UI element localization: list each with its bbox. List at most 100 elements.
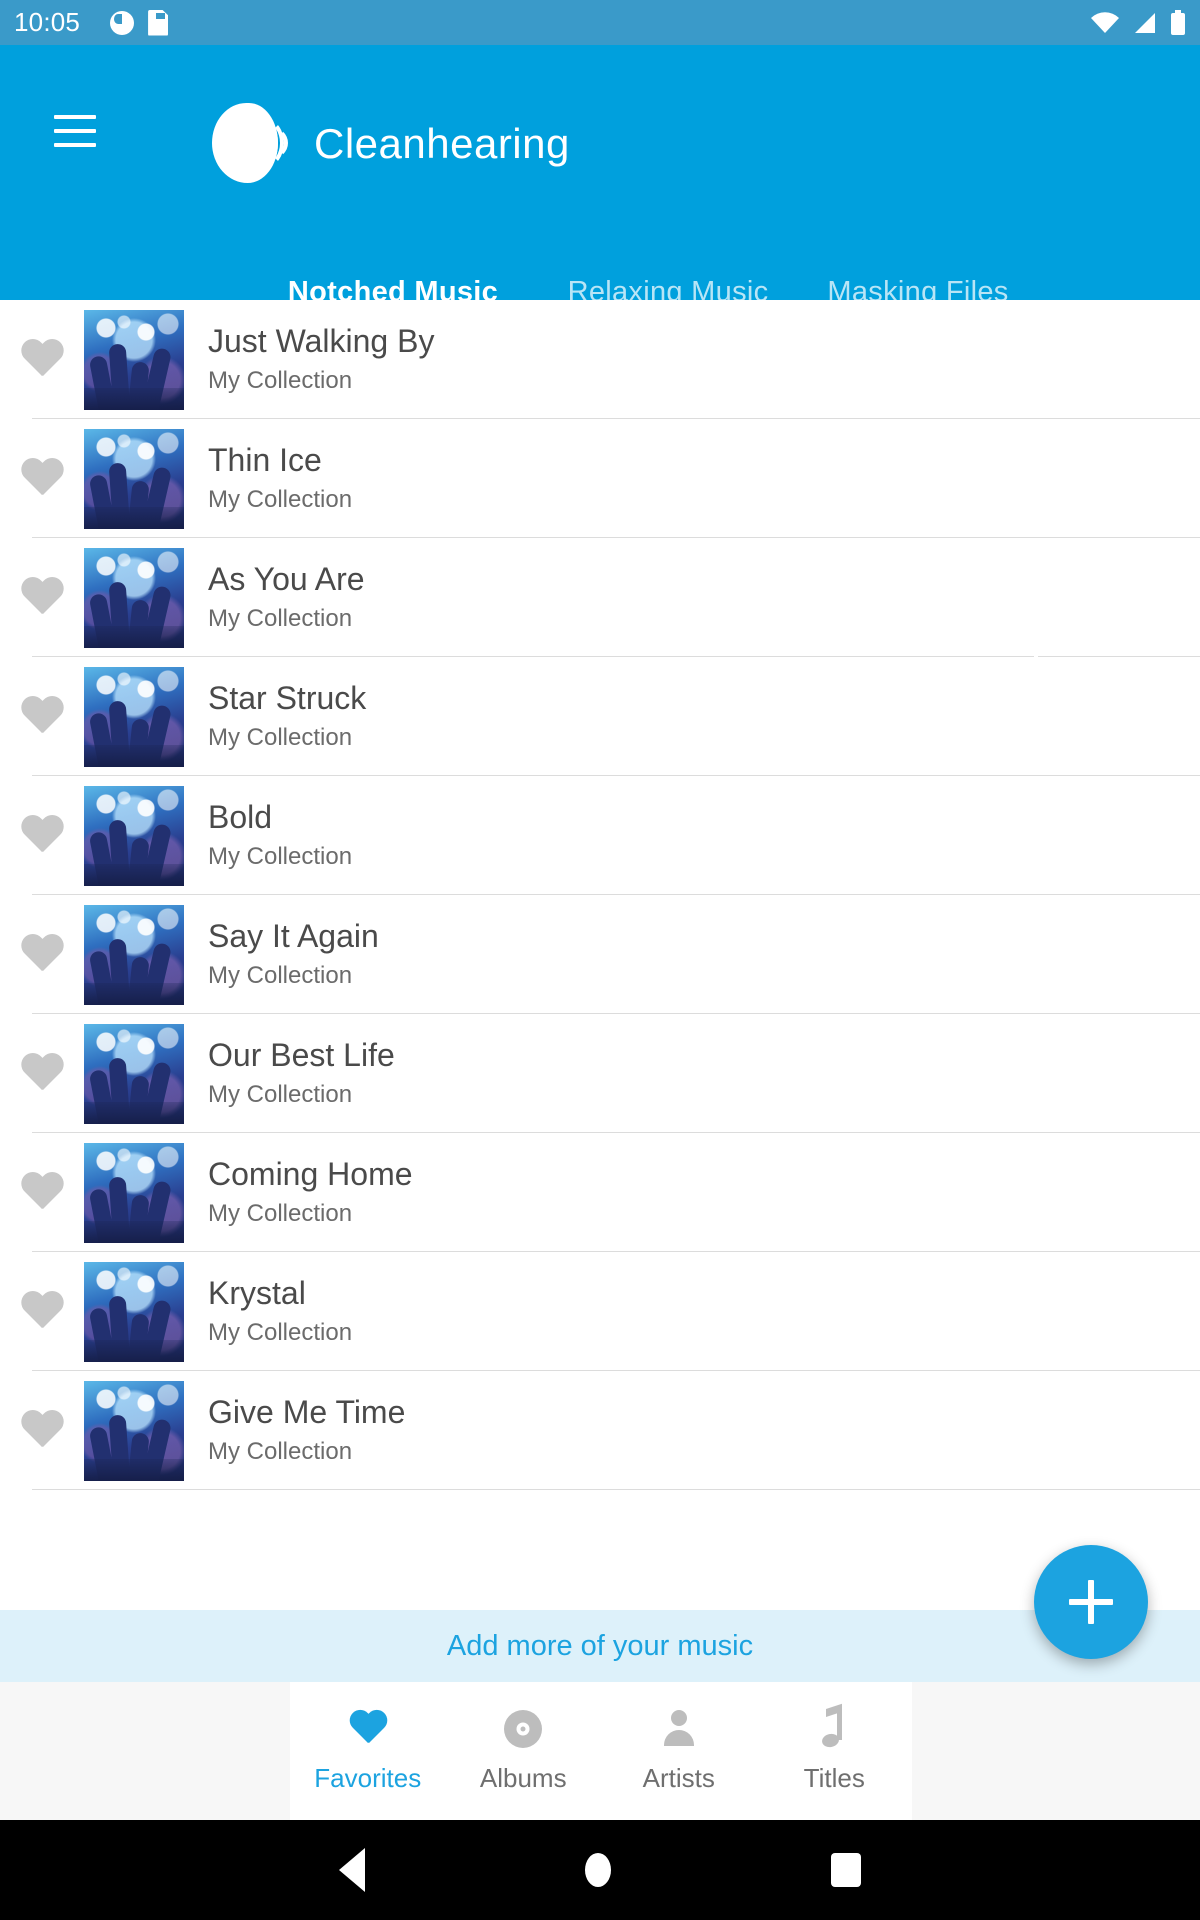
table-row[interactable]: Give Me Time My Collection [0,1371,1200,1490]
album-art [84,904,184,1005]
favorite-toggle[interactable] [0,935,84,975]
favorite-toggle[interactable] [0,1173,84,1213]
heart-outline-icon [20,1054,64,1094]
app-bar: Cleanhearing Notched Music Relaxing Musi… [0,45,1200,351]
song-title: Star Struck [208,680,367,717]
heart-outline-icon [20,697,64,737]
heart-outline-icon [20,340,64,380]
bottom-navigation: Favorites Albums Artists Titles [290,1682,912,1820]
favorite-toggle[interactable] [0,578,84,618]
album-art [84,1261,184,1362]
brand: Cleanhearing [212,103,570,185]
brand-title: Cleanhearing [314,120,570,167]
album-art [84,666,184,767]
disc-icon [504,1709,543,1749]
table-row[interactable]: Krystal My Collection [0,1252,1200,1371]
song-subtitle: My Collection [208,723,353,751]
heart-outline-icon [20,1173,64,1213]
song-meta: Bold My Collection [208,799,352,871]
song-subtitle: My Collection [208,1080,353,1108]
song-title: Just Walking By [208,323,435,360]
favorite-toggle[interactable] [0,1411,84,1451]
favorite-toggle[interactable] [0,340,84,380]
add-music-banner[interactable]: Add more of your music [0,1610,1200,1682]
music-note-icon [817,1703,851,1749]
favorite-toggle[interactable] [0,1292,84,1332]
plus-icon [1069,1580,1113,1624]
favorite-toggle[interactable] [0,1054,84,1094]
status-bar-clock: 10:05 [14,7,81,37]
cleanhearing-ear-logo-icon [212,103,294,185]
nav-item-albums[interactable]: Albums [446,1709,602,1794]
song-subtitle: My Collection [208,604,353,632]
back-triangle-icon[interactable] [339,1848,365,1892]
song-meta: As You Are My Collection [208,561,365,633]
table-row[interactable]: Star Struck My Collection [0,657,1200,776]
recents-square-icon[interactable] [831,1853,861,1887]
heart-outline-icon [20,459,64,499]
song-subtitle: My Collection [208,961,353,989]
table-row[interactable]: Coming Home My Collection [0,1133,1200,1252]
favorite-toggle[interactable] [0,697,84,737]
album-art [84,309,184,410]
song-title: Krystal [208,1275,306,1312]
table-row[interactable]: Bold My Collection [0,776,1200,895]
album-art [84,547,184,648]
android-navigation-bar [0,1820,1200,1920]
song-list: Just Walking By My Collection Thin Ice M… [0,300,1200,1610]
table-row[interactable]: Just Walking By My Collection [0,300,1200,419]
album-art [84,428,184,529]
table-row[interactable]: Our Best Life My Collection [0,1014,1200,1133]
status-bar: 10:05 [0,0,1200,45]
heart-outline-icon [20,578,64,618]
heart-outline-icon [20,935,64,975]
song-title: Our Best Life [208,1037,395,1074]
song-meta: Thin Ice My Collection [208,442,353,514]
table-row[interactable]: As You Are My Collection [0,538,1200,657]
song-subtitle: My Collection [208,1437,353,1465]
nav-item-artists[interactable]: Artists [601,1709,757,1794]
nav-item-favorites[interactable]: Favorites [290,1709,446,1794]
nav-label: Titles [803,1762,865,1793]
song-title: Bold [208,799,273,836]
song-subtitle: My Collection [208,485,353,513]
album-art [84,785,184,886]
song-meta: Our Best Life My Collection [208,1037,395,1109]
favorite-toggle[interactable] [0,816,84,856]
song-title: Thin Ice [208,442,322,479]
song-title: Give Me Time [208,1394,406,1431]
song-title: Say It Again [208,918,379,955]
signal-icon [1135,12,1155,33]
clock-circle-icon [110,10,135,35]
hamburger-menu-icon[interactable] [54,115,96,147]
nav-label: Artists [642,1762,715,1793]
row-divider [32,1489,1200,1490]
sd-card-icon [148,9,169,36]
favorite-toggle[interactable] [0,459,84,499]
song-meta: Say It Again My Collection [208,918,379,990]
heart-outline-icon [20,816,64,856]
phone-screen: 10:05 Cleanhearing Notched Music Relaxin… [0,0,1200,1920]
nav-label: Favorites [314,1762,422,1793]
add-music-label: Add more of your music [446,1629,754,1662]
table-row[interactable]: Say It Again My Collection [0,895,1200,1014]
song-meta: Krystal My Collection [208,1275,352,1347]
album-art [84,1023,184,1124]
status-bar-right [1090,9,1186,36]
home-circle-icon[interactable] [585,1853,611,1887]
song-subtitle: My Collection [208,366,353,394]
song-title: As You Are [208,561,365,598]
battery-icon [1171,9,1185,35]
heart-outline-icon [20,1292,64,1332]
song-meta: Star Struck My Collection [208,680,367,752]
add-fab-button[interactable] [1034,1545,1148,1659]
song-meta: Give Me Time My Collection [208,1394,406,1466]
table-row[interactable]: Thin Ice My Collection [0,419,1200,538]
nav-item-titles[interactable]: Titles [757,1703,913,1794]
nav-label: Albums [479,1762,567,1793]
heart-outline-icon [20,1411,64,1451]
song-meta: Coming Home My Collection [208,1156,413,1228]
song-meta: Just Walking By My Collection [208,323,435,395]
song-subtitle: My Collection [208,1199,353,1227]
album-art [84,1380,184,1481]
